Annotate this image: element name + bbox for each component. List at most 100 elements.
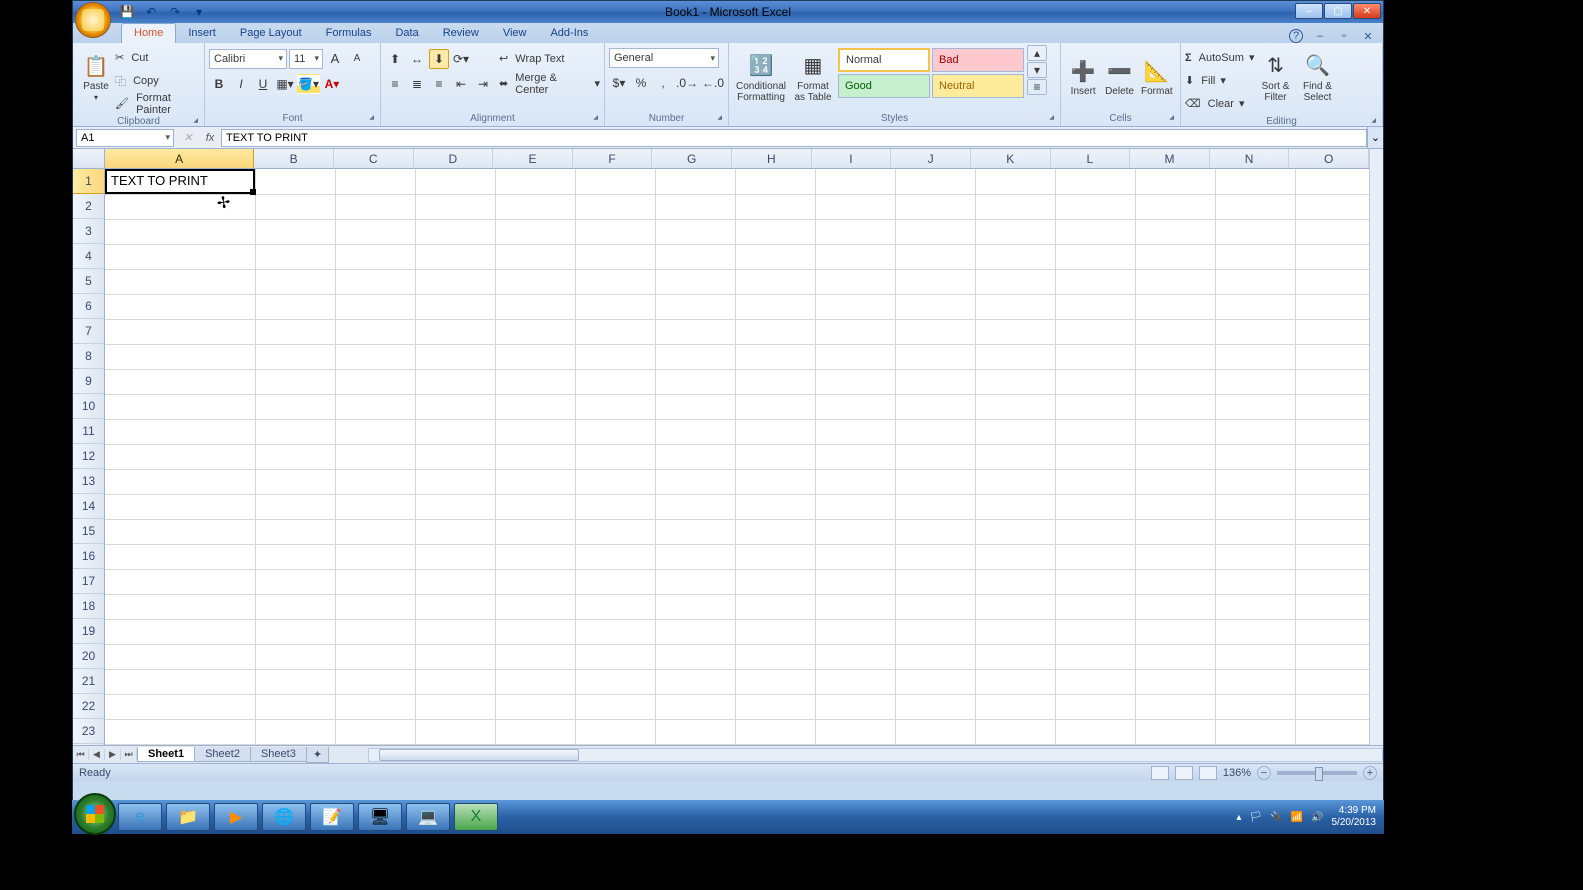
row-header-4[interactable]: 4 [73, 244, 104, 269]
tab-view[interactable]: View [491, 24, 539, 43]
minimize-button[interactable]: – [1295, 3, 1323, 19]
currency-icon[interactable]: $▾ [609, 73, 629, 93]
page-break-view-icon[interactable] [1199, 766, 1217, 780]
tab-page-layout[interactable]: Page Layout [228, 24, 314, 43]
merge-center-button[interactable]: ⬌ Merge & Center ▾ [499, 73, 600, 94]
sheet-nav-prev-icon[interactable]: ◀ [89, 749, 105, 760]
row-header-16[interactable]: 16 [73, 544, 104, 569]
find-select-button[interactable]: 🔍Find & Select [1297, 45, 1339, 109]
italic-button[interactable]: I [231, 74, 251, 94]
column-header-K[interactable]: K [971, 149, 1051, 168]
workbook-close-icon[interactable]: ✕ [1361, 29, 1375, 43]
paste-button[interactable]: 📋 Paste ▾ [77, 45, 115, 109]
new-sheet-button[interactable]: ✦ [306, 747, 329, 763]
styles-scroll-up-icon[interactable]: ▴ [1027, 45, 1047, 61]
column-header-H[interactable]: H [732, 149, 812, 168]
font-color-button[interactable]: A▾ [322, 74, 342, 94]
row-header-8[interactable]: 8 [73, 344, 104, 369]
cells-area[interactable]: TEXT TO PRINT ✢ [105, 169, 1369, 745]
styles-scroll-down-icon[interactable]: ▾ [1027, 62, 1047, 78]
styles-more-icon[interactable]: ≡ [1027, 79, 1047, 95]
tab-formulas[interactable]: Formulas [314, 24, 384, 43]
percent-icon[interactable]: % [631, 73, 651, 93]
taskbar-app1-icon[interactable]: 🖥 [358, 803, 402, 831]
column-header-J[interactable]: J [891, 149, 971, 168]
qat-redo-icon[interactable]: ↷ [165, 3, 185, 21]
cancel-formula-icon[interactable]: ✕ [177, 131, 199, 144]
zoom-out-icon[interactable]: − [1257, 766, 1271, 780]
qat-save-icon[interactable]: 💾 [117, 3, 137, 21]
zoom-in-icon[interactable]: + [1363, 766, 1377, 780]
row-header-11[interactable]: 11 [73, 419, 104, 444]
indent-increase-icon[interactable]: ⇥ [473, 74, 493, 94]
row-header-12[interactable]: 12 [73, 444, 104, 469]
clear-button[interactable]: ⌫ Clear ▾ [1185, 93, 1255, 114]
sheet-nav-next-icon[interactable]: ▶ [105, 749, 121, 760]
formula-input[interactable]: TEXT TO PRINT [221, 129, 1367, 147]
row-header-7[interactable]: 7 [73, 319, 104, 344]
row-header-21[interactable]: 21 [73, 669, 104, 694]
style-neutral[interactable]: Neutral [932, 74, 1024, 98]
column-header-G[interactable]: G [652, 149, 732, 168]
row-header-19[interactable]: 19 [73, 619, 104, 644]
tray-network-icon[interactable]: 📶 [1291, 812, 1303, 823]
row-header-1[interactable]: 1 [73, 169, 104, 194]
spreadsheet-grid[interactable]: ABCDEFGHIJKLMNO 123456789101112131415161… [73, 149, 1383, 745]
shrink-font-icon[interactable]: A [347, 49, 367, 69]
tray-volume-icon[interactable]: 🔊 [1311, 812, 1323, 823]
align-left-icon[interactable]: ≡ [385, 74, 405, 94]
normal-view-icon[interactable] [1151, 766, 1169, 780]
copy-button[interactable]: ⿻ Copy [115, 70, 200, 91]
row-header-17[interactable]: 17 [73, 569, 104, 594]
column-header-O[interactable]: O [1289, 149, 1369, 168]
tab-review[interactable]: Review [431, 24, 491, 43]
fill-color-button[interactable]: 🪣▾ [297, 74, 320, 94]
tab-add-ins[interactable]: Add-Ins [538, 24, 600, 43]
column-header-I[interactable]: I [812, 149, 892, 168]
help-icon[interactable]: ? [1289, 29, 1303, 43]
row-header-22[interactable]: 22 [73, 694, 104, 719]
row-header-3[interactable]: 3 [73, 219, 104, 244]
sheet-nav-last-icon[interactable]: ⏭ [121, 749, 137, 760]
comma-icon[interactable]: , [653, 73, 673, 93]
start-button[interactable] [74, 793, 116, 835]
name-box[interactable]: A1 [76, 129, 174, 147]
bold-button[interactable]: B [209, 74, 229, 94]
autosum-button[interactable]: Σ AutoSum ▾ [1185, 47, 1255, 68]
sheet-tab-3[interactable]: Sheet3 [250, 747, 307, 762]
column-header-L[interactable]: L [1051, 149, 1131, 168]
column-header-M[interactable]: M [1130, 149, 1210, 168]
tray-clock[interactable]: 4:39 PM 5/20/2013 [1332, 805, 1377, 829]
decrease-decimal-icon[interactable]: ←.0 [701, 73, 725, 93]
horizontal-scrollbar[interactable] [368, 748, 1383, 762]
underline-button[interactable]: U [253, 74, 273, 94]
ribbon-minimize-icon[interactable]: – [1313, 29, 1327, 43]
fill-button[interactable]: ⬇ Fill ▾ [1185, 70, 1255, 91]
row-header-5[interactable]: 5 [73, 269, 104, 294]
row-header-18[interactable]: 18 [73, 594, 104, 619]
tray-flag-icon[interactable]: 🏳 [1249, 812, 1262, 823]
row-header-6[interactable]: 6 [73, 294, 104, 319]
row-header-10[interactable]: 10 [73, 394, 104, 419]
tab-data[interactable]: Data [383, 24, 430, 43]
taskbar-chrome-icon[interactable]: 🌐 [262, 803, 306, 831]
maximize-button[interactable]: ▢ [1324, 3, 1352, 19]
align-right-icon[interactable]: ≡ [429, 74, 449, 94]
expand-formula-bar-icon[interactable]: ⌄ [1367, 127, 1383, 148]
increase-decimal-icon[interactable]: .0→ [675, 73, 699, 93]
page-layout-view-icon[interactable] [1175, 766, 1193, 780]
align-middle-icon[interactable]: ↔ [407, 49, 427, 69]
style-good[interactable]: Good [838, 74, 930, 98]
row-header-23[interactable]: 23 [73, 719, 104, 744]
align-top-icon[interactable]: ⬆ [385, 49, 405, 69]
tab-home[interactable]: Home [121, 23, 176, 43]
style-normal[interactable]: Normal [838, 48, 930, 72]
column-header-D[interactable]: D [414, 149, 494, 168]
sheet-tab-1[interactable]: Sheet1 [137, 747, 195, 762]
format-cells-button[interactable]: 📐Format [1138, 45, 1176, 109]
select-all-corner[interactable] [73, 149, 105, 169]
row-header-9[interactable]: 9 [73, 369, 104, 394]
tab-insert[interactable]: Insert [176, 24, 228, 43]
font-size-combo[interactable]: 11 [289, 49, 323, 69]
sheet-tab-2[interactable]: Sheet2 [194, 747, 251, 762]
